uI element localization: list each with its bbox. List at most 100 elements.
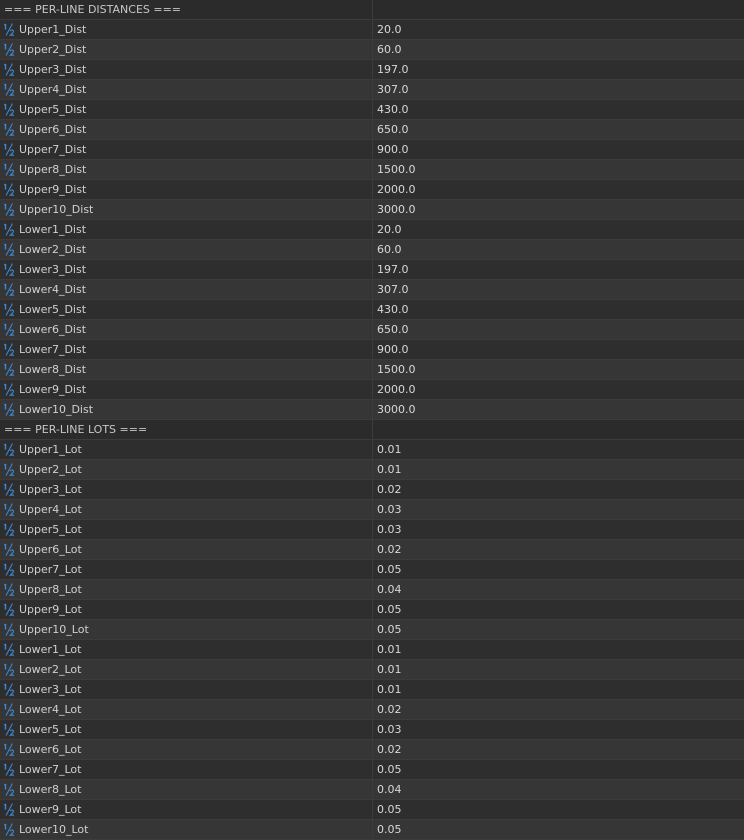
parameter-value-cell[interactable]: 0.05: [373, 800, 744, 819]
parameter-value[interactable]: 60.0: [377, 243, 402, 256]
parameter-row[interactable]: Upper8_Lot 0.04: [0, 580, 744, 600]
parameter-row[interactable]: Upper3_Lot 0.02: [0, 480, 744, 500]
parameter-row[interactable]: Upper9_Lot 0.05: [0, 600, 744, 620]
parameter-row[interactable]: Lower5_Lot 0.03: [0, 720, 744, 740]
parameter-value-cell[interactable]: 0.03: [373, 500, 744, 519]
parameter-value[interactable]: 0.04: [377, 583, 402, 596]
parameter-row[interactable]: Lower9_Dist 2000.0: [0, 380, 744, 400]
parameter-row[interactable]: Lower6_Dist 650.0: [0, 320, 744, 340]
parameter-row[interactable]: Lower8_Dist 1500.0: [0, 360, 744, 380]
parameter-value[interactable]: 0.03: [377, 523, 402, 536]
parameter-value[interactable]: 0.05: [377, 563, 402, 576]
parameter-row[interactable]: Lower6_Lot 0.02: [0, 740, 744, 760]
parameter-value[interactable]: 2000.0: [377, 183, 416, 196]
parameter-value-cell[interactable]: 0.01: [373, 660, 744, 679]
parameter-row[interactable]: Upper4_Lot 0.03: [0, 500, 744, 520]
parameter-value[interactable]: 430.0: [377, 303, 409, 316]
parameter-row[interactable]: Lower3_Lot 0.01: [0, 680, 744, 700]
parameter-value[interactable]: 0.02: [377, 703, 402, 716]
parameter-value-cell[interactable]: 0.05: [373, 600, 744, 619]
parameter-value[interactable]: 0.03: [377, 723, 402, 736]
parameter-value-cell[interactable]: 0.03: [373, 720, 744, 739]
parameter-value-cell[interactable]: 0.05: [373, 820, 744, 839]
parameter-row[interactable]: Lower9_Lot 0.05: [0, 800, 744, 820]
parameter-row[interactable]: Lower3_Dist 197.0: [0, 260, 744, 280]
parameter-value[interactable]: 430.0: [377, 103, 409, 116]
parameter-value[interactable]: 0.01: [377, 683, 402, 696]
parameter-value-cell[interactable]: 900.0: [373, 340, 744, 359]
parameter-value[interactable]: 20.0: [377, 23, 402, 36]
parameter-value-cell[interactable]: 307.0: [373, 80, 744, 99]
parameter-row[interactable]: Lower4_Lot 0.02: [0, 700, 744, 720]
parameter-value[interactable]: 0.01: [377, 443, 402, 456]
parameter-value[interactable]: 900.0: [377, 343, 409, 356]
parameter-value-cell[interactable]: 0.05: [373, 560, 744, 579]
parameter-value-cell[interactable]: 430.0: [373, 100, 744, 119]
parameter-row[interactable]: Upper10_Dist 3000.0: [0, 200, 744, 220]
parameter-value[interactable]: 2000.0: [377, 383, 416, 396]
parameter-row[interactable]: Upper8_Dist 1500.0: [0, 160, 744, 180]
parameter-row[interactable]: Upper6_Dist 650.0: [0, 120, 744, 140]
parameter-value-cell[interactable]: 650.0: [373, 120, 744, 139]
parameter-value-cell[interactable]: 0.02: [373, 480, 744, 499]
parameter-row[interactable]: Upper1_Lot 0.01: [0, 440, 744, 460]
parameter-value-cell[interactable]: 1500.0: [373, 360, 744, 379]
parameter-row[interactable]: Upper3_Dist 197.0: [0, 60, 744, 80]
parameter-value-cell[interactable]: 2000.0: [373, 180, 744, 199]
parameter-value[interactable]: 650.0: [377, 123, 409, 136]
parameter-value-cell[interactable]: 0.04: [373, 780, 744, 799]
parameter-value-cell[interactable]: 900.0: [373, 140, 744, 159]
parameter-value[interactable]: 3000.0: [377, 203, 416, 216]
parameter-row[interactable]: Upper1_Dist 20.0: [0, 20, 744, 40]
parameter-value-cell[interactable]: 0.02: [373, 740, 744, 759]
parameter-value[interactable]: 0.02: [377, 743, 402, 756]
parameter-row[interactable]: Upper4_Dist 307.0: [0, 80, 744, 100]
parameter-value[interactable]: 0.05: [377, 763, 402, 776]
parameter-value-cell[interactable]: 0.03: [373, 520, 744, 539]
parameter-row[interactable]: Upper5_Lot 0.03: [0, 520, 744, 540]
parameter-row[interactable]: Upper7_Lot 0.05: [0, 560, 744, 580]
parameter-value-cell[interactable]: 0.05: [373, 760, 744, 779]
parameter-value[interactable]: 0.05: [377, 803, 402, 816]
parameter-value-cell[interactable]: 0.05: [373, 620, 744, 639]
parameter-row[interactable]: Upper10_Lot 0.05: [0, 620, 744, 640]
parameter-value[interactable]: 60.0: [377, 43, 402, 56]
parameter-value-cell[interactable]: 0.01: [373, 440, 744, 459]
parameter-row[interactable]: Upper5_Dist 430.0: [0, 100, 744, 120]
parameter-value[interactable]: 197.0: [377, 263, 409, 276]
parameter-value-cell[interactable]: 60.0: [373, 240, 744, 259]
parameter-value-cell[interactable]: 0.01: [373, 640, 744, 659]
parameter-value[interactable]: 197.0: [377, 63, 409, 76]
parameter-value-cell[interactable]: 60.0: [373, 40, 744, 59]
parameter-value-cell[interactable]: 0.04: [373, 580, 744, 599]
parameter-row[interactable]: Lower2_Dist 60.0: [0, 240, 744, 260]
parameter-row[interactable]: Upper2_Dist 60.0: [0, 40, 744, 60]
parameter-row[interactable]: Lower2_Lot 0.01: [0, 660, 744, 680]
parameter-value[interactable]: 20.0: [377, 223, 402, 236]
parameter-value-cell[interactable]: 20.0: [373, 20, 744, 39]
parameter-row[interactable]: Lower10_Lot 0.05: [0, 820, 744, 840]
parameter-value-cell[interactable]: 197.0: [373, 260, 744, 279]
parameter-value-cell[interactable]: 650.0: [373, 320, 744, 339]
parameter-value-cell[interactable]: 1500.0: [373, 160, 744, 179]
parameter-value[interactable]: 0.02: [377, 483, 402, 496]
parameter-row[interactable]: Lower4_Dist 307.0: [0, 280, 744, 300]
parameter-value[interactable]: 0.01: [377, 643, 402, 656]
parameter-value[interactable]: 0.01: [377, 463, 402, 476]
parameter-row[interactable]: Lower5_Dist 430.0: [0, 300, 744, 320]
parameter-value[interactable]: 0.05: [377, 603, 402, 616]
parameter-value[interactable]: 900.0: [377, 143, 409, 156]
parameter-value[interactable]: 0.04: [377, 783, 402, 796]
parameter-row[interactable]: Lower1_Lot 0.01: [0, 640, 744, 660]
parameter-value[interactable]: 650.0: [377, 323, 409, 336]
parameter-value-cell[interactable]: 0.01: [373, 680, 744, 699]
parameter-value-cell[interactable]: 307.0: [373, 280, 744, 299]
parameter-row[interactable]: Lower7_Lot 0.05: [0, 760, 744, 780]
parameter-value[interactable]: 1500.0: [377, 363, 416, 376]
parameter-row[interactable]: Lower8_Lot 0.04: [0, 780, 744, 800]
parameter-value-cell[interactable]: 0.02: [373, 700, 744, 719]
parameter-value[interactable]: 0.05: [377, 823, 402, 836]
parameter-value[interactable]: 1500.0: [377, 163, 416, 176]
parameter-value[interactable]: 307.0: [377, 83, 409, 96]
parameter-row[interactable]: Upper2_Lot 0.01: [0, 460, 744, 480]
